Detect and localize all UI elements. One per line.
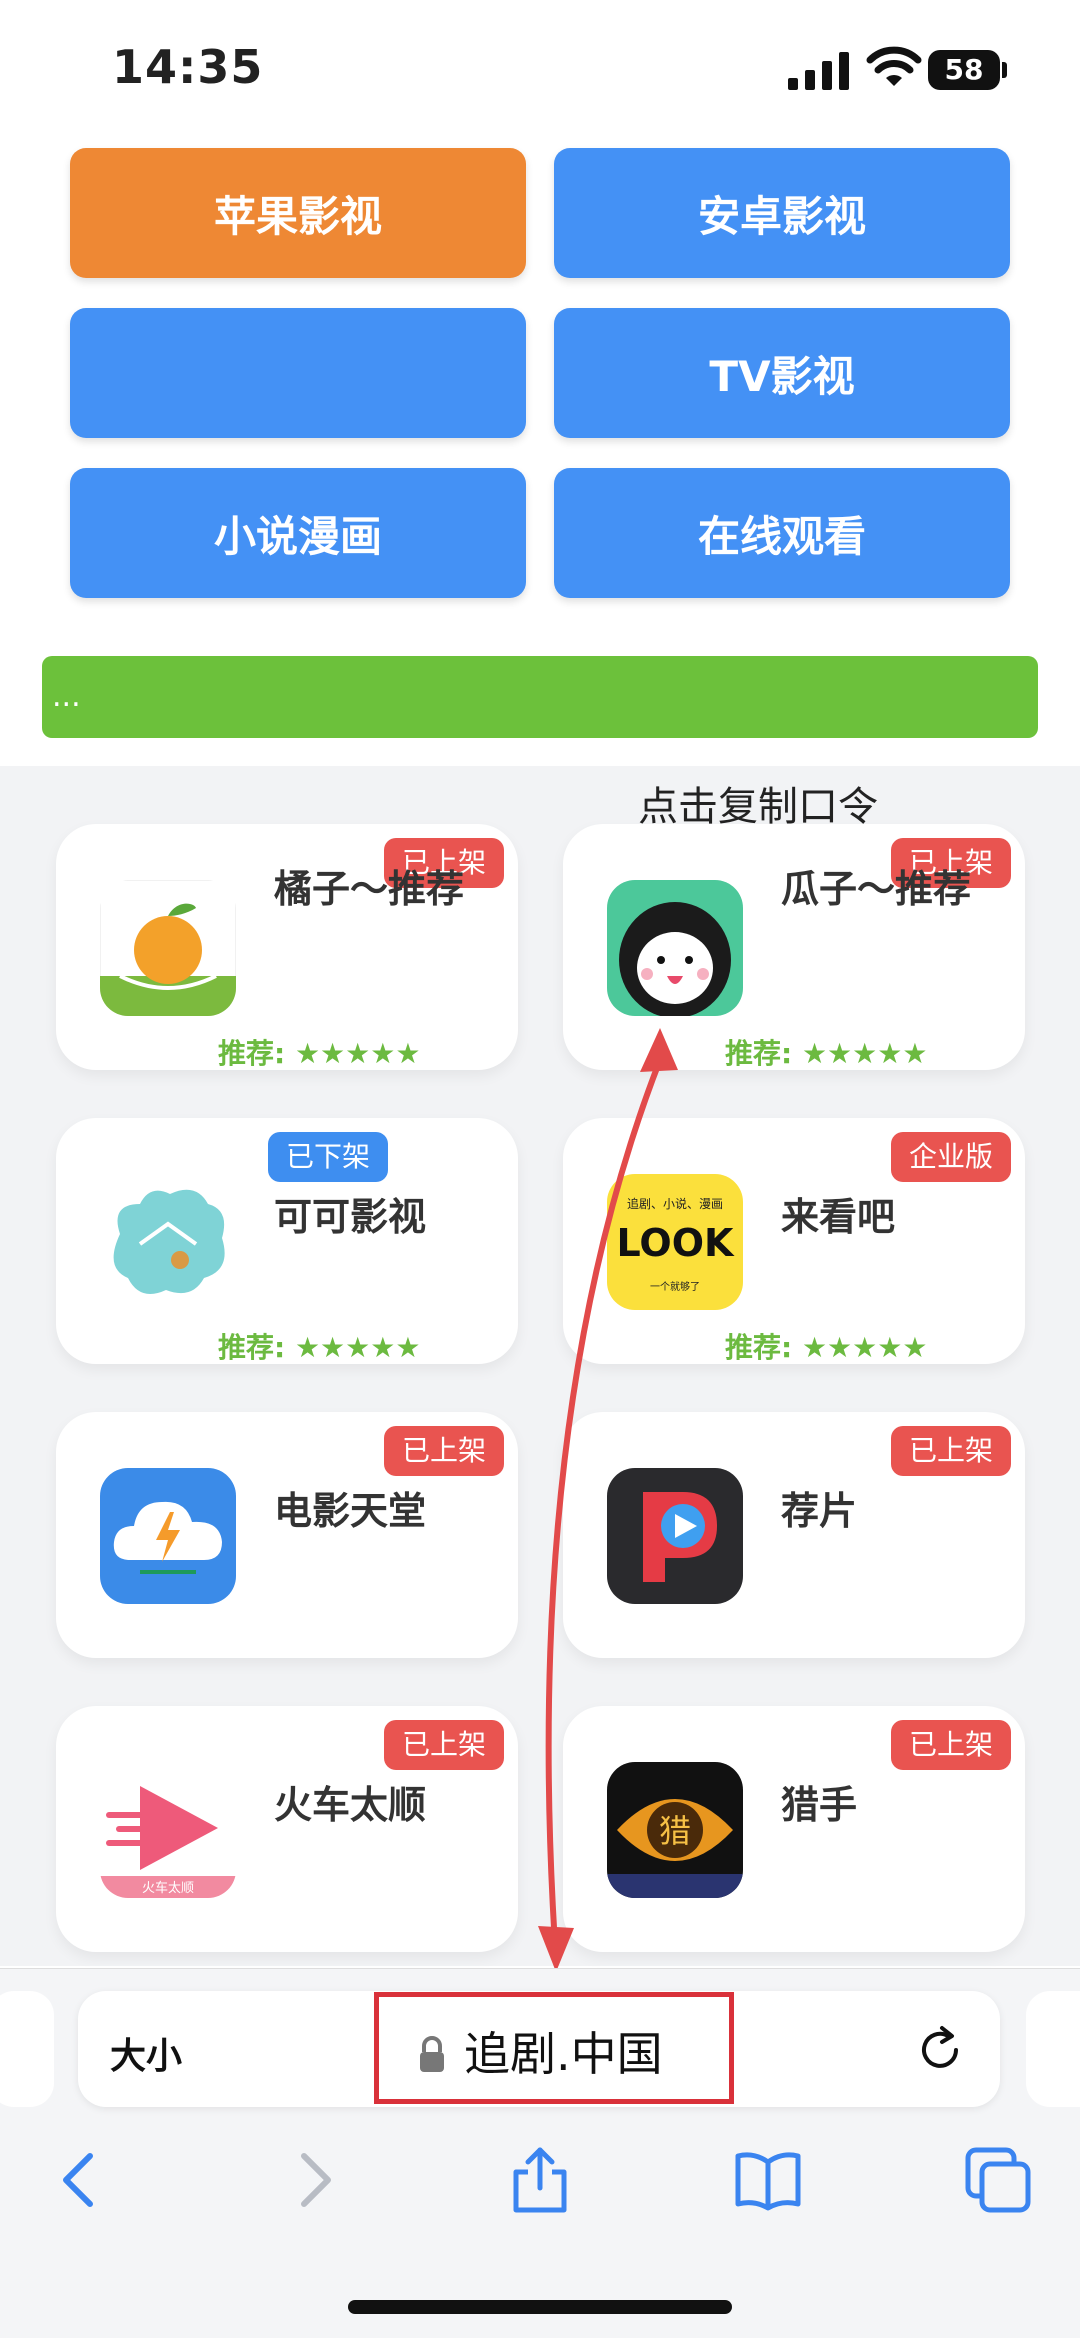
lock-icon: [420, 2036, 444, 2072]
app-name: 火车太顺: [274, 1783, 427, 1827]
rating: 推荐: ★★★★★: [218, 1331, 421, 1364]
svg-text:一个就够了: 一个就够了: [650, 1280, 700, 1293]
status-bar: 14:35 58: [0, 0, 1080, 140]
share-icon[interactable]: [504, 2144, 576, 2216]
app-name: 来看吧: [781, 1195, 896, 1239]
status-time: 14:35: [112, 40, 264, 94]
p-logo-icon: [607, 1468, 743, 1604]
url-text[interactable]: 追剧.中国: [464, 2018, 663, 2084]
app-card-lieshou[interactable]: 已上架 猎 猎手: [563, 1706, 1025, 1952]
previous-tab-preview[interactable]: [0, 1991, 54, 2107]
status-badge: 已上架: [383, 1426, 504, 1476]
back-icon[interactable]: [44, 2144, 116, 2216]
hunter-eye-icon: 猎: [607, 1762, 743, 1898]
app-card-jianpian[interactable]: 已上架 荐片: [563, 1412, 1025, 1658]
app-card-juzi[interactable]: 已上架 橘子～推荐 推荐: ★★★★★: [56, 824, 518, 1070]
nav-button-android-video[interactable]: 安卓影视: [554, 148, 1010, 278]
orange-icon: [100, 880, 236, 1016]
cloud-lightning-icon: [100, 1468, 236, 1604]
rating: 推荐: ★★★★★: [725, 1037, 928, 1070]
app-card-keke[interactable]: 已下架 可可影视 推荐: ★★★★★: [56, 1118, 518, 1364]
home-indicator: [348, 2300, 732, 2314]
app-name: 橘子～推荐: [274, 867, 465, 911]
status-badge: 已上架: [890, 1426, 1011, 1476]
rating: 推荐: ★★★★★: [725, 1331, 928, 1364]
app-name: 电影天堂: [274, 1489, 427, 1533]
svg-text:LOOK: LOOK: [617, 1221, 735, 1265]
app-name: 可可影视: [274, 1195, 427, 1239]
text-size-button[interactable]: 大小: [110, 2027, 182, 2079]
battery-icon: 58: [928, 50, 1008, 90]
forward-icon[interactable]: [278, 2144, 350, 2216]
tabs-icon[interactable]: [962, 2144, 1034, 2216]
nav-button-novel-comic[interactable]: 小说漫画: [70, 468, 526, 598]
look-icon: 追剧、小说、漫画 LOOK 一个就够了: [607, 1174, 743, 1310]
nav-button-apple-video[interactable]: 苹果影视: [70, 148, 526, 278]
app-card-huoche-taishun[interactable]: 已上架 火车太顺 火车太顺: [56, 1706, 518, 1952]
svg-text:追剧、小说、漫画: 追剧、小说、漫画: [627, 1196, 723, 1211]
rating-stars: ★★★★★: [294, 1037, 421, 1070]
app-name: 猎手: [781, 1783, 858, 1827]
rating-stars: ★★★★★: [801, 1037, 928, 1070]
notice-bar[interactable]: ...: [42, 656, 1038, 738]
rating-stars: ★★★★★: [294, 1331, 421, 1364]
svg-text:猎: 猎: [659, 1812, 691, 1850]
melon-seed-icon: [607, 880, 743, 1016]
nav-button-watch-online[interactable]: 在线观看: [554, 468, 1010, 598]
bookmarks-icon[interactable]: [732, 2144, 804, 2216]
cellular-signal-icon: [788, 52, 849, 90]
nav-button-tv-video[interactable]: TV影视: [554, 308, 1010, 438]
status-badge: 已上架: [890, 1720, 1011, 1770]
battery-level: 58: [928, 50, 1000, 90]
status-badge: 企业版: [890, 1132, 1011, 1182]
svg-text:火车太顺: 火车太顺: [142, 1880, 194, 1896]
wifi-icon: [866, 46, 922, 86]
rating: 推荐: ★★★★★: [218, 1037, 421, 1070]
status-badge: 已上架: [383, 1720, 504, 1770]
app-card-laikanba[interactable]: 企业版 追剧、小说、漫画 LOOK 一个就够了 来看吧 推荐: ★★★★★: [563, 1118, 1025, 1364]
rating-stars: ★★★★★: [801, 1331, 928, 1364]
app-card-guazi[interactable]: 已上架 瓜子～推荐 推荐: ★★★★★: [563, 824, 1025, 1070]
train-play-icon: 火车太顺: [100, 1762, 236, 1898]
next-tab-preview[interactable]: [1026, 1991, 1080, 2107]
app-name: 荐片: [781, 1489, 858, 1533]
app-card-dianying-tiantang[interactable]: 已上架 电影天堂: [56, 1412, 518, 1658]
app-name: 瓜子～推荐: [781, 867, 972, 911]
nav-button-blank[interactable]: [70, 308, 526, 438]
status-badge: 已下架: [268, 1132, 389, 1182]
reload-icon[interactable]: [912, 2022, 968, 2078]
keke-icon: [100, 1174, 236, 1310]
